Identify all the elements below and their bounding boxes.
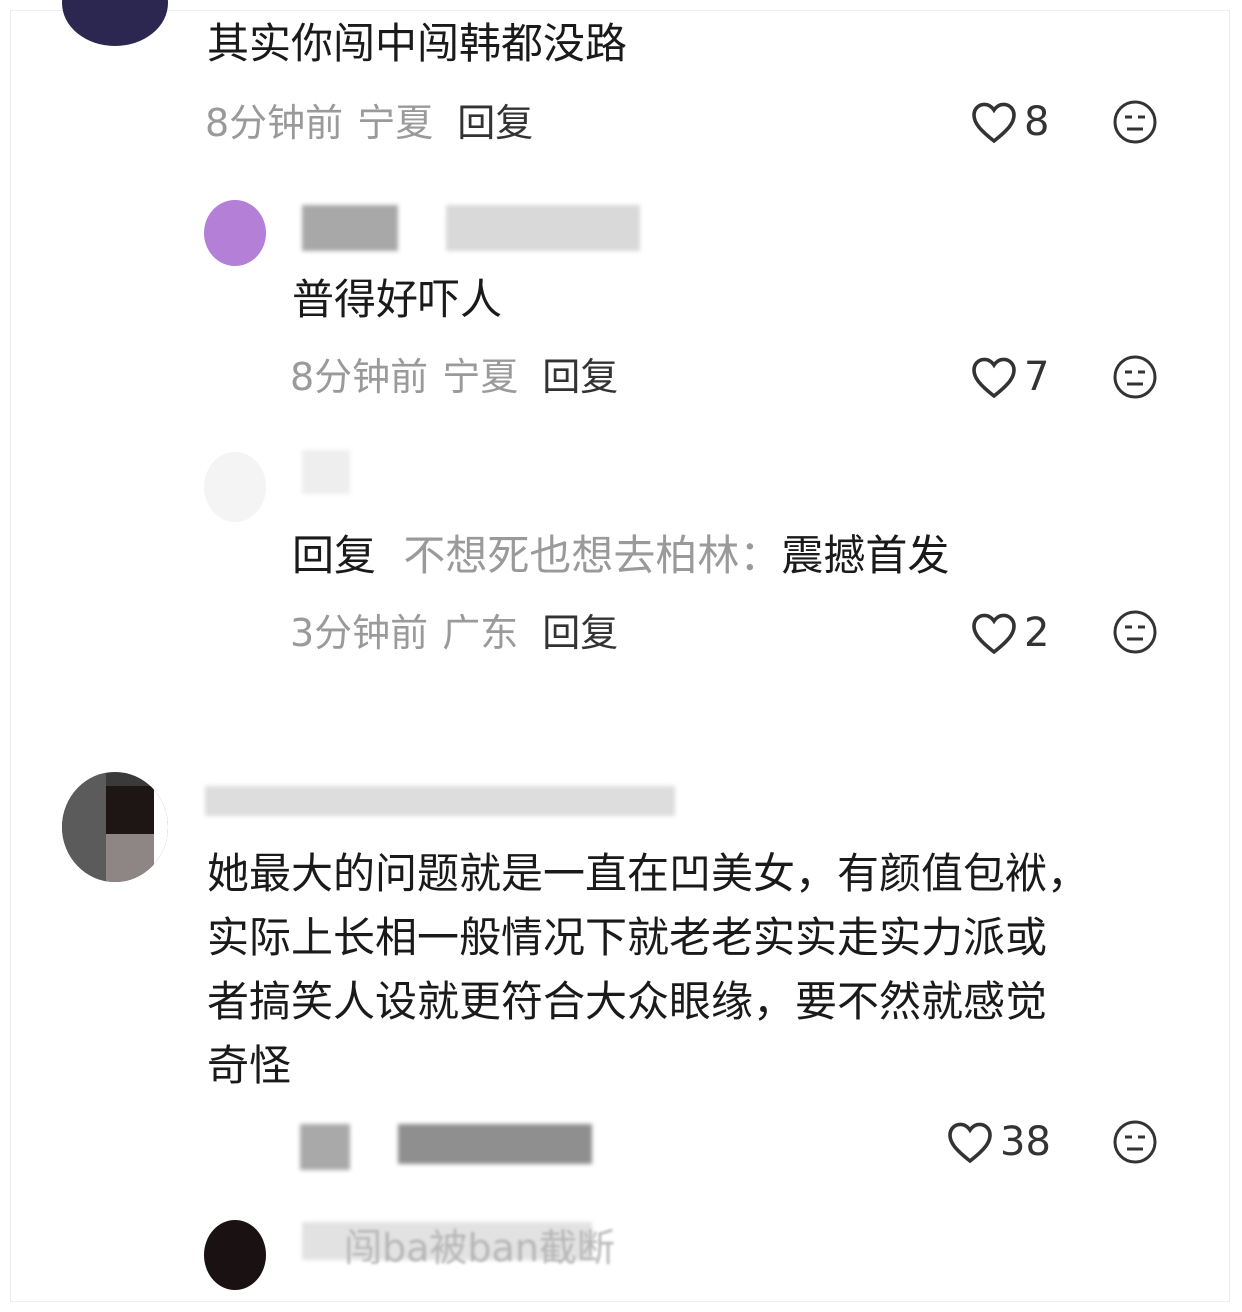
partial-username: 闯ba被ban截断 [344,1226,615,1270]
comment-time: 8分钟前 [205,101,344,145]
like-count: 38 [1000,1119,1051,1165]
username-blurred[interactable] [205,786,675,816]
reply-text: 回复 不想死也想去柏林：震撼首发 [292,524,949,588]
dislike-face-icon[interactable] [1111,353,1159,401]
comment-meta: 8分钟前 宁夏 回复 [205,98,533,148]
comment-location: 宁夏 [442,355,519,399]
comment-meta: 8分钟前 宁夏 回复 [290,352,618,402]
heart-icon [948,1122,992,1164]
avatar[interactable] [62,772,168,882]
like-button[interactable]: 7 [970,352,1049,402]
like-button[interactable]: 8 [970,97,1049,147]
reply-button-blurred[interactable] [398,1124,592,1164]
comment-text: 其实你闯中闯韩都没路 [207,19,628,68]
avatar[interactable] [204,200,266,266]
like-button[interactable]: 2 [970,608,1049,658]
comment-time: 8分钟前 [290,355,429,399]
dislike-face-icon[interactable] [1111,1118,1159,1166]
comment-meta-blurred [300,1124,350,1170]
avatar[interactable] [204,1220,266,1290]
comment-meta: 3分钟前 广东 回复 [290,608,618,658]
comment-line: 者搞笑人设就更符合大众眼缘，要不然就感觉 [207,977,1048,1026]
comment-line: 实际上长相一般情况下就老老实实走实力派或 [207,913,1048,962]
username-blurred[interactable] [302,450,350,494]
comment-line: 她最大的问题就是一直在凹美女，有颜值包袱， [207,849,1090,898]
comment-text: 震撼首发 [781,531,950,580]
reply-prefix: 回复 [292,531,377,580]
like-count: 7 [1024,354,1050,400]
reply-button[interactable]: 回复 [457,101,533,145]
heart-icon [972,357,1016,399]
reply-target[interactable]: 不想死也想去柏林： [403,531,781,580]
avatar[interactable] [204,452,266,522]
reply-button[interactable]: 回复 [542,611,618,655]
heart-icon [972,613,1016,655]
dislike-face-icon[interactable] [1111,608,1159,656]
comment-line: 奇怪 [207,1041,292,1090]
heart-icon [972,102,1016,144]
like-count: 2 [1024,610,1050,656]
user-tag-blurred [446,205,640,251]
like-button[interactable]: 38 [946,1117,1051,1167]
dislike-face-icon[interactable] [1111,98,1159,146]
username-blurred[interactable] [302,205,398,251]
comment-time: 3分钟前 [290,611,429,655]
comment-location: 广东 [442,611,519,655]
reply-button[interactable]: 回复 [542,355,618,399]
like-count: 8 [1024,99,1050,145]
comment-location: 宁夏 [357,101,434,145]
comment-text: 普得好吓人 [292,275,503,324]
